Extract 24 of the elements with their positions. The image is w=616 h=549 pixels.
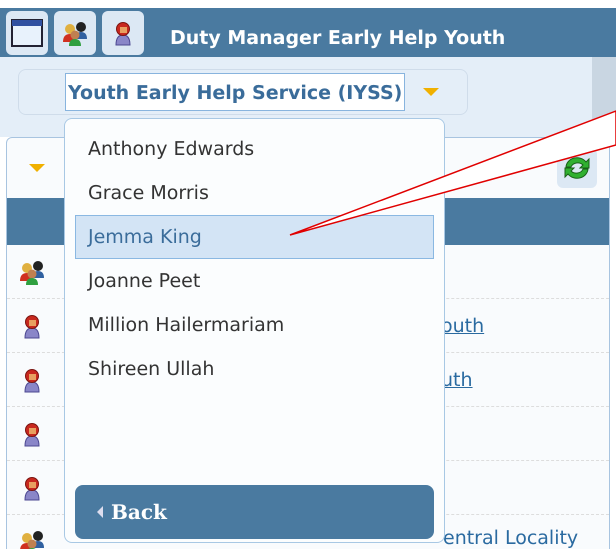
person-icon [23, 312, 41, 338]
group-icon [19, 258, 45, 284]
person-icon [114, 20, 132, 46]
group-icon [19, 528, 45, 549]
user-button[interactable] [102, 10, 144, 54]
person-icon [23, 420, 41, 446]
window-icon [11, 18, 43, 46]
menu-item[interactable]: Grace Morris [75, 171, 434, 215]
menu-item[interactable]: Jemma King [75, 215, 434, 259]
menu-item[interactable]: Shireen Ullah [75, 347, 434, 391]
back-button[interactable]: Back [75, 485, 434, 539]
refresh-icon [562, 154, 592, 182]
people-icon [62, 20, 88, 46]
menu-item[interactable]: Joanne Peet [75, 259, 434, 303]
person-icon [23, 366, 41, 392]
person-icon [23, 474, 41, 500]
service-select-field[interactable]: Youth Early Help Service (IYSS) [65, 73, 406, 111]
menu-item[interactable]: Anthony Edwards [75, 127, 434, 171]
menu-item[interactable]: Million Hailermariam [75, 303, 434, 347]
table-link[interactable]: entral Locality [443, 527, 578, 549]
window-button[interactable] [6, 10, 48, 54]
window-title: Duty Manager Early Help Youth [170, 26, 506, 48]
service-dropdown[interactable]: Youth Early Help Service (IYSS) [18, 69, 468, 115]
switch-user-button[interactable] [54, 10, 96, 54]
